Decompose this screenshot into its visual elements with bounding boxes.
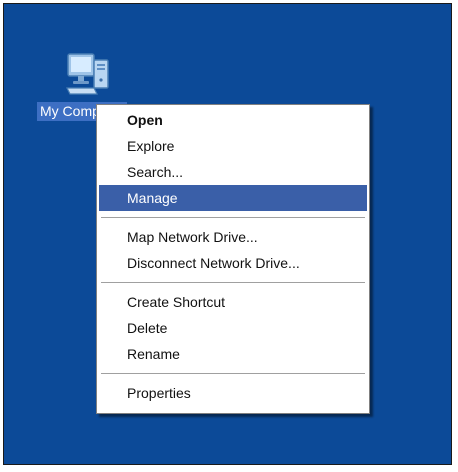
computer-icon [66, 53, 109, 95]
menu-item-create-shortcut[interactable]: Create Shortcut [99, 289, 367, 315]
menu-separator [101, 217, 365, 218]
menu-item-open[interactable]: Open [99, 107, 367, 133]
menu-separator [101, 282, 365, 283]
menu-item-delete[interactable]: Delete [99, 315, 367, 341]
menu-item-rename[interactable]: Rename [99, 341, 367, 367]
desktop[interactable]: My Computer Open Explore Search... Manage Ma… [3, 3, 452, 465]
menu-item-manage[interactable]: Manage [99, 185, 367, 211]
menu-item-map-network-drive[interactable]: Map Network Drive... [99, 224, 367, 250]
menu-item-explore[interactable]: Explore [99, 133, 367, 159]
menu-item-disconnect-network-drive[interactable]: Disconnect Network Drive... [99, 250, 367, 276]
context-menu: Open Explore Search... Manage Map Network Dr… [96, 104, 370, 414]
menu-separator [101, 373, 365, 374]
menu-item-search[interactable]: Search... [99, 159, 367, 185]
screenshot-frame: My Computer Open Explore Search... Manage Ma… [0, 0, 458, 472]
menu-item-properties[interactable]: Properties [99, 380, 367, 406]
